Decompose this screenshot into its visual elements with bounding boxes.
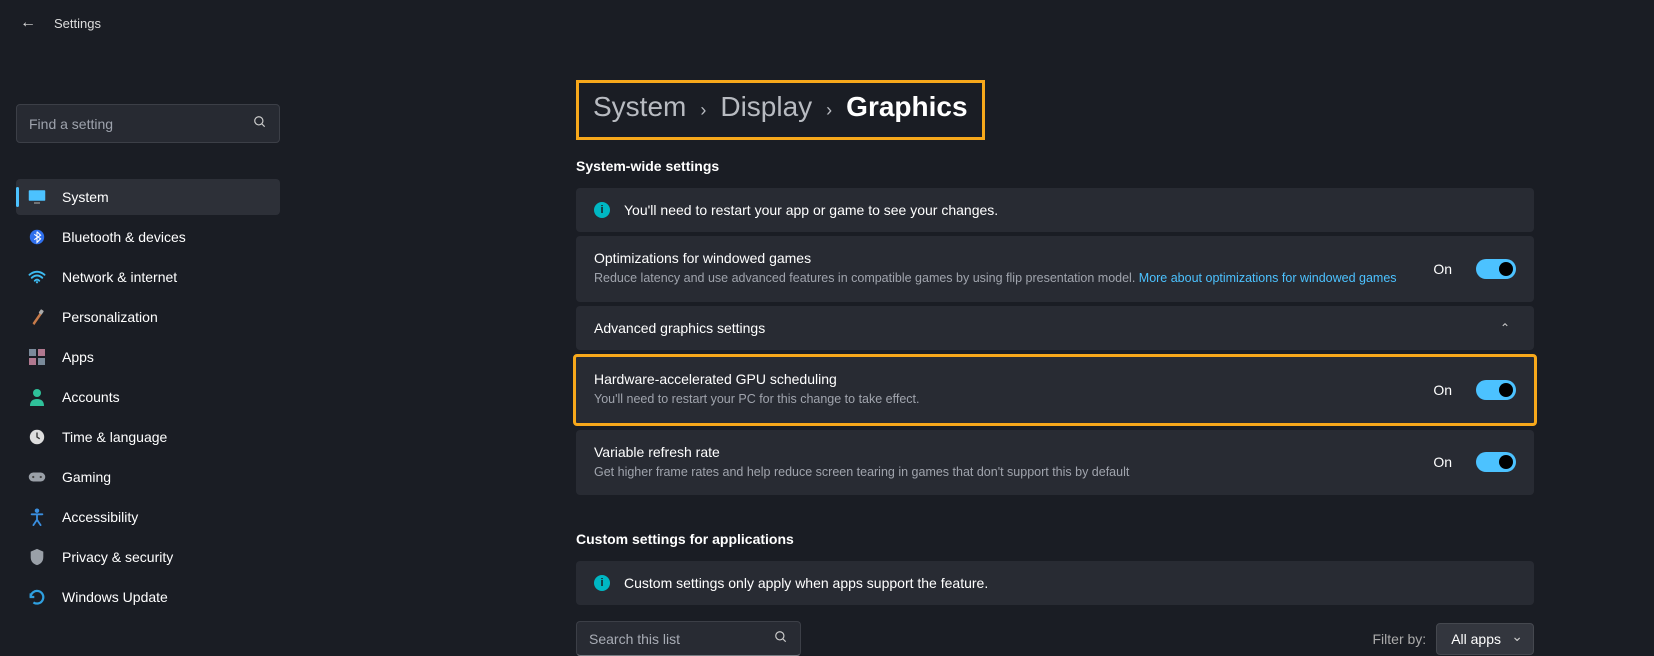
clock-icon xyxy=(28,428,46,446)
breadcrumb-display[interactable]: Display xyxy=(720,91,812,123)
sidebar-item-accounts[interactable]: Accounts xyxy=(16,379,280,415)
app-title: Settings xyxy=(54,16,101,31)
sidebar-item-label: System xyxy=(62,189,109,205)
custom-info-card: i Custom settings only apply when apps s… xyxy=(576,561,1534,605)
chevron-right-icon: › xyxy=(826,100,832,121)
sidebar-item-accessibility[interactable]: Accessibility xyxy=(16,499,280,535)
sidebar-item-system[interactable]: System xyxy=(16,179,280,215)
gpu-scheduling-card[interactable]: Hardware-accelerated GPU scheduling You'… xyxy=(573,354,1537,426)
vrr-toggle-state: On xyxy=(1433,454,1452,470)
vrr-card[interactable]: Variable refresh rate Get higher frame r… xyxy=(576,430,1534,496)
filter-dropdown[interactable]: All apps xyxy=(1436,623,1534,655)
vrr-desc: Get higher frame rates and help reduce s… xyxy=(594,463,1419,482)
filter-label: Filter by: xyxy=(1373,631,1427,647)
sidebar-item-time[interactable]: Time & language xyxy=(16,419,280,455)
main-content: System › Display › Graphics System-wide … xyxy=(292,42,1654,656)
search-icon xyxy=(774,630,788,647)
vrr-toggle[interactable] xyxy=(1476,452,1516,472)
wifi-icon xyxy=(28,268,46,286)
settings-search[interactable] xyxy=(16,104,280,143)
bluetooth-icon xyxy=(28,228,46,246)
optimizations-desc: Reduce latency and use advanced features… xyxy=(594,269,1419,288)
chevron-right-icon: › xyxy=(700,100,706,121)
sidebar-item-gaming[interactable]: Gaming xyxy=(16,459,280,495)
breadcrumb: System › Display › Graphics xyxy=(576,80,985,140)
app-list-search[interactable] xyxy=(576,621,801,656)
info-icon: i xyxy=(594,575,610,591)
breadcrumb-system[interactable]: System xyxy=(593,91,686,123)
sidebar-item-label: Accounts xyxy=(62,389,120,405)
advanced-graphics-title: Advanced graphics settings xyxy=(594,320,1480,336)
sidebar-item-label: Apps xyxy=(62,349,94,365)
restart-info-card: i You'll need to restart your app or gam… xyxy=(576,188,1534,232)
update-icon xyxy=(28,588,46,606)
sidebar-item-label: Network & internet xyxy=(62,269,177,285)
gpu-scheduling-title: Hardware-accelerated GPU scheduling xyxy=(594,371,1419,387)
gpu-scheduling-desc: You'll need to restart your PC for this … xyxy=(594,390,1419,409)
custom-info-text: Custom settings only apply when apps sup… xyxy=(624,575,988,591)
sidebar-item-apps[interactable]: Apps xyxy=(16,339,280,375)
vrr-title: Variable refresh rate xyxy=(594,444,1419,460)
sidebar-item-label: Personalization xyxy=(62,309,158,325)
optimizations-card[interactable]: Optimizations for windowed games Reduce … xyxy=(576,236,1534,302)
monitor-icon xyxy=(28,188,46,206)
shield-icon xyxy=(28,548,46,566)
sidebar-item-label: Windows Update xyxy=(62,589,168,605)
sidebar: System Bluetooth & devices Network & int… xyxy=(0,42,292,656)
optimizations-toggle[interactable] xyxy=(1476,259,1516,279)
breadcrumb-graphics: Graphics xyxy=(846,91,967,123)
settings-search-input[interactable] xyxy=(29,116,253,132)
sidebar-item-privacy[interactable]: Privacy & security xyxy=(16,539,280,575)
sidebar-item-label: Bluetooth & devices xyxy=(62,229,186,245)
sidebar-item-label: Gaming xyxy=(62,469,111,485)
optimizations-toggle-state: On xyxy=(1433,261,1452,277)
sidebar-item-bluetooth[interactable]: Bluetooth & devices xyxy=(16,219,280,255)
section-title-customapps: Custom settings for applications xyxy=(576,531,1534,547)
accessibility-icon xyxy=(28,508,46,526)
info-icon: i xyxy=(594,202,610,218)
apps-icon xyxy=(28,348,46,366)
search-icon xyxy=(253,115,267,132)
sidebar-item-label: Accessibility xyxy=(62,509,138,525)
advanced-graphics-expander[interactable]: Advanced graphics settings ⌃ xyxy=(576,306,1534,350)
filter-selected: All apps xyxy=(1451,631,1501,647)
sidebar-item-update[interactable]: Windows Update xyxy=(16,579,280,615)
sidebar-item-personalization[interactable]: Personalization xyxy=(16,299,280,335)
brush-icon xyxy=(28,308,46,326)
section-title-systemwide: System-wide settings xyxy=(576,158,1534,174)
app-list-search-input[interactable] xyxy=(589,631,774,647)
back-button[interactable]: ← xyxy=(20,14,36,32)
chevron-up-icon: ⌃ xyxy=(1494,321,1516,335)
gpu-toggle-state: On xyxy=(1433,382,1452,398)
gamepad-icon xyxy=(28,468,46,486)
sidebar-item-label: Privacy & security xyxy=(62,549,173,565)
restart-info-text: You'll need to restart your app or game … xyxy=(624,202,998,218)
sidebar-item-network[interactable]: Network & internet xyxy=(16,259,280,295)
sidebar-item-label: Time & language xyxy=(62,429,167,445)
optimizations-title: Optimizations for windowed games xyxy=(594,250,1419,266)
optimizations-link[interactable]: More about optimizations for windowed ga… xyxy=(1139,271,1397,285)
gpu-scheduling-toggle[interactable] xyxy=(1476,380,1516,400)
person-icon xyxy=(28,388,46,406)
